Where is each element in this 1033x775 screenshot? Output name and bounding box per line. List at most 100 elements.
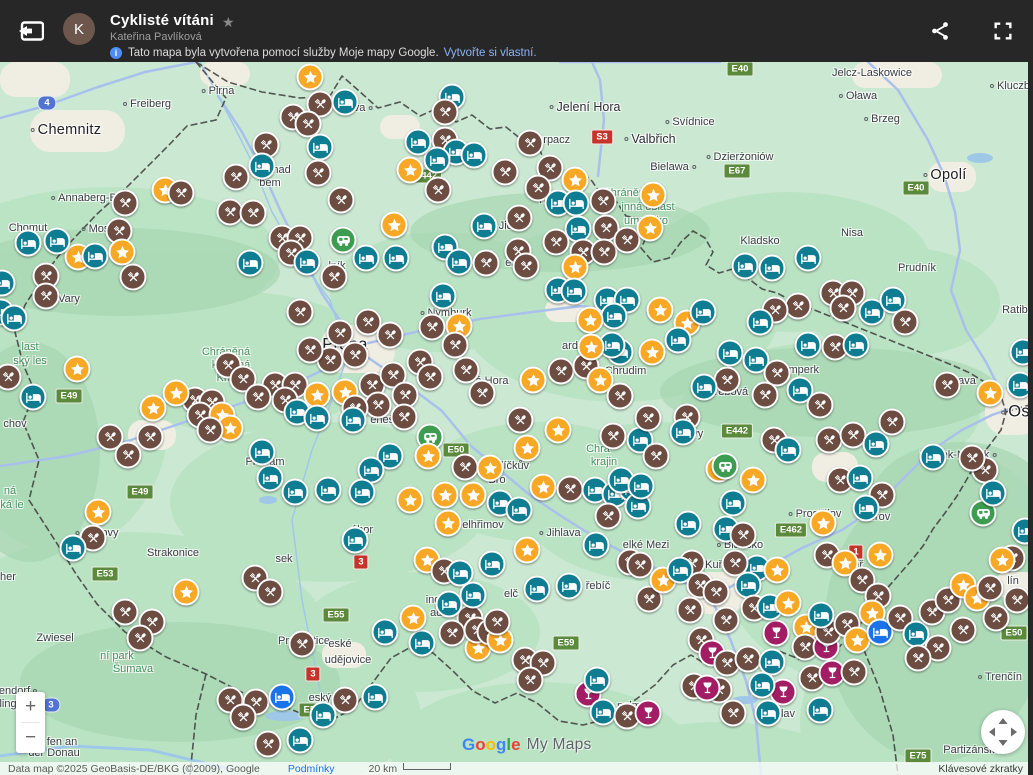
- attraction-marker[interactable]: [639, 339, 666, 366]
- restaurant-marker[interactable]: [419, 314, 446, 341]
- restaurant-marker[interactable]: [305, 160, 332, 187]
- restaurant-marker[interactable]: [950, 617, 977, 644]
- lodging-marker[interactable]: [257, 465, 284, 492]
- lodging-marker[interactable]: [249, 153, 276, 180]
- lodging-marker[interactable]: [461, 142, 488, 169]
- lodging-marker[interactable]: [775, 437, 802, 464]
- winery-marker[interactable]: [635, 700, 662, 727]
- lodging-marker[interactable]: [237, 250, 264, 277]
- lodging-marker[interactable]: [795, 245, 822, 272]
- restaurant-marker[interactable]: [713, 607, 740, 634]
- restaurant-marker[interactable]: [703, 579, 730, 606]
- lodging-marker[interactable]: [342, 527, 369, 554]
- restaurant-marker[interactable]: [513, 253, 540, 280]
- restaurant-marker[interactable]: [590, 188, 617, 215]
- restaurant-marker[interactable]: [507, 407, 534, 434]
- restaurant-marker[interactable]: [115, 442, 142, 469]
- attraction-marker[interactable]: [514, 435, 541, 462]
- lodging-marker[interactable]: [307, 134, 334, 161]
- winery-marker[interactable]: [763, 620, 790, 647]
- restaurant-marker[interactable]: [635, 405, 662, 432]
- restaurant-marker[interactable]: [720, 700, 747, 727]
- lodging-marker[interactable]: [795, 332, 822, 359]
- attraction-marker[interactable]: [562, 254, 589, 281]
- campsite-marker[interactable]: [330, 227, 357, 254]
- lodging-marker[interactable]: [294, 249, 321, 276]
- lodging-marker[interactable]: [601, 303, 628, 330]
- lodging-marker[interactable]: [349, 479, 376, 506]
- lodging-marker[interactable]: [717, 340, 744, 367]
- fullscreen-icon[interactable]: [992, 20, 1014, 42]
- winery-marker[interactable]: [694, 675, 721, 702]
- lodging-marker[interactable]: [807, 697, 834, 724]
- attraction-marker[interactable]: [400, 605, 427, 632]
- attraction-marker[interactable]: [867, 542, 894, 569]
- pan-control[interactable]: [981, 710, 1025, 754]
- restaurant-marker[interactable]: [714, 367, 741, 394]
- lodging-marker[interactable]: [732, 253, 759, 280]
- zoom-out-button[interactable]: −: [16, 723, 45, 753]
- lodging-marker[interactable]: [583, 532, 610, 559]
- keyboard-shortcuts-link[interactable]: Klávesové zkratky: [938, 763, 1023, 775]
- lodging-marker[interactable]: [409, 630, 436, 657]
- attraction-marker[interactable]: [640, 182, 667, 209]
- map-canvas[interactable]: FreibergPirnaChemnitzAnnaberg-BMostChomu…: [0, 62, 1033, 775]
- lodging-marker[interactable]: [665, 327, 692, 354]
- lodging-marker[interactable]: [980, 480, 1007, 507]
- restaurant-marker[interactable]: [257, 579, 284, 606]
- lodging-marker[interactable]: [584, 667, 611, 694]
- restaurant-marker[interactable]: [432, 99, 459, 126]
- lodging-marker[interactable]: [82, 243, 109, 270]
- restaurant-marker[interactable]: [730, 522, 757, 549]
- restaurant-marker[interactable]: [473, 250, 500, 277]
- toggle-panel-icon[interactable]: [18, 21, 44, 41]
- attraction-marker[interactable]: [432, 482, 459, 509]
- restaurant-marker[interactable]: [830, 295, 857, 322]
- lodging-marker[interactable]: [920, 444, 947, 471]
- lodging-marker[interactable]: [670, 419, 697, 446]
- attraction-marker[interactable]: [381, 212, 408, 239]
- attraction-marker[interactable]: [530, 474, 557, 501]
- restaurant-marker[interactable]: [595, 503, 622, 530]
- lodging-marker[interactable]: [479, 551, 506, 578]
- lodging-marker[interactable]: [460, 582, 487, 609]
- restaurant-marker[interactable]: [517, 667, 544, 694]
- attraction-marker[interactable]: [173, 579, 200, 606]
- restaurant-marker[interactable]: [600, 423, 627, 450]
- lodging-blue-marker[interactable]: [269, 684, 296, 711]
- restaurant-marker[interactable]: [328, 187, 355, 214]
- restaurant-marker[interactable]: [240, 200, 267, 227]
- restaurant-marker[interactable]: [197, 417, 224, 444]
- restaurant-marker[interactable]: [442, 332, 469, 359]
- attraction-marker[interactable]: [415, 443, 442, 470]
- attraction-marker[interactable]: [740, 467, 767, 494]
- restaurant-marker[interactable]: [425, 177, 452, 204]
- attraction-marker[interactable]: [520, 367, 547, 394]
- lodging-marker[interactable]: [20, 384, 47, 411]
- lodging-marker[interactable]: [590, 699, 617, 726]
- lodging-marker[interactable]: [315, 477, 342, 504]
- restaurant-marker[interactable]: [807, 392, 834, 419]
- share-icon[interactable]: [929, 20, 951, 42]
- restaurant-marker[interactable]: [543, 229, 570, 256]
- restaurant-marker[interactable]: [959, 445, 986, 472]
- attraction-marker[interactable]: [435, 510, 462, 537]
- attraction-marker[interactable]: [85, 499, 112, 526]
- zoom-in-button[interactable]: +: [16, 692, 45, 722]
- restaurant-marker[interactable]: [453, 357, 480, 384]
- lodging-marker[interactable]: [471, 213, 498, 240]
- lodging-marker[interactable]: [556, 573, 583, 600]
- lodging-marker[interactable]: [691, 374, 718, 401]
- restaurant-marker[interactable]: [892, 309, 919, 336]
- lodging-marker[interactable]: [863, 431, 890, 458]
- attraction-marker[interactable]: [637, 215, 664, 242]
- restaurant-marker[interactable]: [297, 337, 324, 364]
- lodging-marker[interactable]: [747, 309, 774, 336]
- restaurant-marker[interactable]: [223, 164, 250, 191]
- lodging-marker[interactable]: [310, 702, 337, 729]
- attraction-marker[interactable]: [140, 395, 167, 422]
- lodging-marker[interactable]: [506, 497, 533, 524]
- attraction-marker[interactable]: [647, 297, 674, 324]
- restaurant-marker[interactable]: [377, 322, 404, 349]
- lodging-marker[interactable]: [628, 473, 655, 500]
